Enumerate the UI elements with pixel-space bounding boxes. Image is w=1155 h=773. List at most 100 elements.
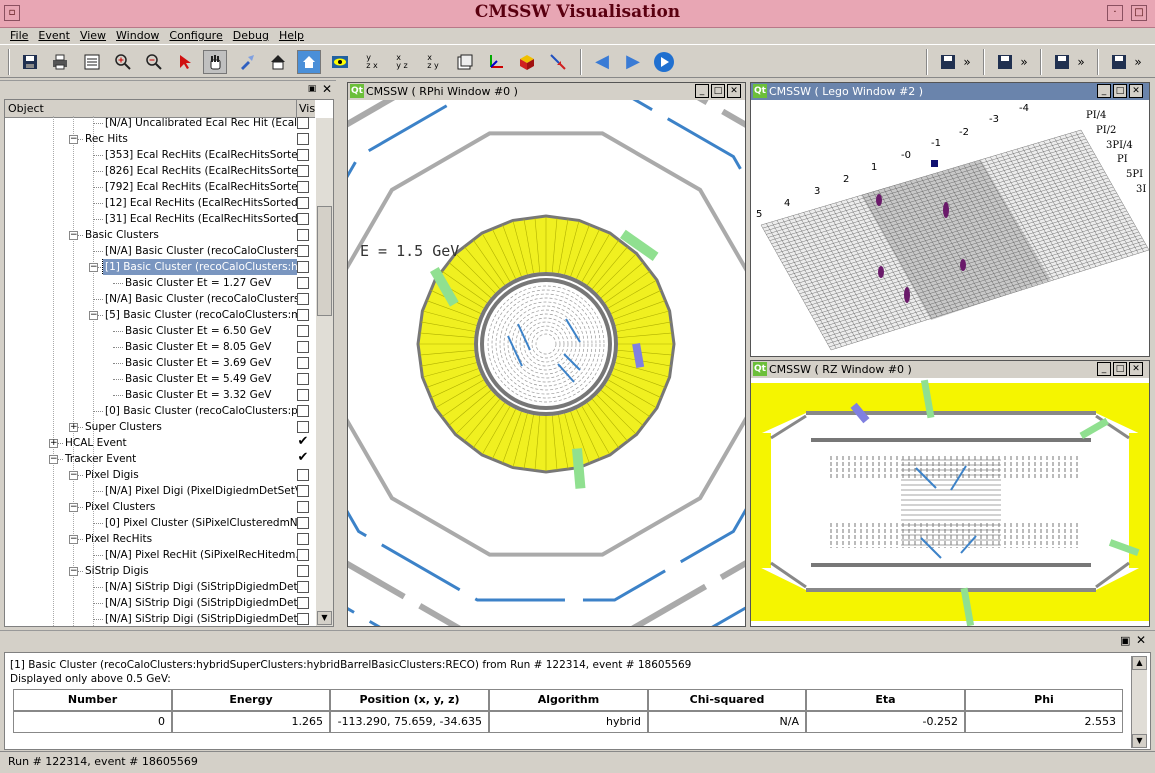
tree-item[interactable]: [N/A] Pixel RecHit (SiPixelRecHitedm... [5, 547, 297, 563]
scroll-down-icon[interactable]: ▼ [317, 611, 332, 625]
eye-view-icon[interactable] [328, 50, 352, 74]
visibility-checkbox[interactable] [297, 469, 309, 481]
print-icon[interactable] [48, 50, 72, 74]
select-arrow-icon[interactable] [173, 50, 197, 74]
visibility-checkbox[interactable] [297, 357, 309, 369]
close-icon[interactable]: ✕ [1136, 633, 1146, 647]
expander-icon[interactable]: − [89, 311, 98, 320]
visibility-checkbox[interactable]: ✔ [297, 451, 309, 465]
maximize-button[interactable]: □ [1113, 84, 1127, 98]
tree-item[interactable]: [N/A] SiStrip Digi (SiStripDigiedmDet... [5, 579, 297, 595]
hand-pan-icon[interactable] [203, 50, 227, 74]
col-algorithm[interactable]: Algorithm [489, 689, 648, 711]
col-eta[interactable]: Eta [806, 689, 965, 711]
visibility-checkbox[interactable] [297, 613, 309, 625]
visibility-checkbox[interactable] [297, 213, 309, 225]
tree-item[interactable]: [0] Pixel Cluster (SiPixelClusteredmNe..… [5, 515, 297, 531]
toolbar-more-3[interactable]: » [1074, 50, 1088, 74]
visibility-checkbox[interactable] [297, 501, 309, 513]
undock-icon[interactable]: ▣ [305, 83, 319, 97]
splitter[interactable] [336, 80, 345, 628]
set-home-icon[interactable] [297, 50, 321, 74]
save-icon[interactable] [1050, 50, 1074, 74]
visibility-checkbox[interactable] [297, 277, 309, 289]
col-chi-squared[interactable]: Chi-squared [648, 689, 806, 711]
tree-item[interactable]: Basic Cluster Et = 1.27 GeV [5, 275, 297, 291]
save-icon[interactable] [1107, 50, 1131, 74]
menu-event[interactable]: Event [34, 28, 76, 43]
tree-item[interactable]: [N/A] SiStrip Digi (SiStripDigiedmDet... [5, 595, 297, 611]
tree-item[interactable]: [N/A] SiStrip Digi (SiStripDigiedmDet... [5, 611, 297, 626]
prev-event-icon[interactable]: ◀ [590, 50, 614, 74]
tree-item[interactable]: [N/A] Uncalibrated Ecal Rec Hit (EcalU..… [5, 116, 297, 131]
col-phi[interactable]: Phi [965, 689, 1123, 711]
visibility-checkbox[interactable] [297, 117, 309, 129]
visibility-checkbox[interactable] [297, 517, 309, 529]
tree-item[interactable]: [792] Ecal RecHits (EcalRecHitsSorte... [5, 179, 297, 195]
visibility-checkbox[interactable] [297, 565, 309, 577]
expander-icon[interactable]: − [69, 535, 78, 544]
visibility-checkbox[interactable]: ✔ [297, 435, 309, 449]
rz-canvas[interactable] [751, 378, 1149, 626]
expander-icon[interactable]: + [49, 439, 58, 448]
tree-item[interactable]: [0] Basic Cluster (recoCaloClusters:pf..… [5, 403, 297, 419]
visibility-checkbox[interactable] [297, 581, 309, 593]
next-event-icon[interactable]: ▶ [621, 50, 645, 74]
details-scrollbar[interactable]: ▲ ▼ [1131, 656, 1147, 748]
zoom-out-icon[interactable] [142, 50, 166, 74]
col-energy[interactable]: Energy [172, 689, 330, 711]
scroll-up-icon[interactable]: ▲ [1132, 656, 1147, 670]
lego-canvas[interactable]: -4 -3 -2 -1 -0 1 2 3 4 5 PI/4 PI/2 3PI/4… [751, 100, 1149, 356]
col-number[interactable]: Number [13, 689, 172, 711]
rphi-canvas[interactable]: E = 1.5 GeV [348, 100, 745, 626]
tree-item[interactable]: − Tracker Event [5, 451, 297, 467]
expander-icon[interactable]: − [69, 503, 78, 512]
snapshot-icon[interactable] [453, 50, 477, 74]
visibility-checkbox[interactable] [297, 485, 309, 497]
visibility-checkbox[interactable] [297, 549, 309, 561]
menu-file[interactable]: File [6, 28, 34, 43]
visibility-checkbox[interactable] [297, 533, 309, 545]
close-button[interactable]: ✕ [727, 84, 741, 98]
visibility-checkbox[interactable] [297, 229, 309, 241]
tree-item[interactable]: − Pixel Digis [5, 467, 297, 483]
expander-icon[interactable]: − [69, 471, 78, 480]
tree-item[interactable]: + HCAL Event [5, 435, 297, 451]
visibility-checkbox[interactable] [297, 197, 309, 209]
visibility-checkbox[interactable] [297, 341, 309, 353]
menu-help[interactable]: Help [275, 28, 310, 43]
tree-item[interactable]: [31] Ecal RecHits (EcalRecHitsSorted:... [5, 211, 297, 227]
tree-item[interactable]: Basic Cluster Et = 3.69 GeV [5, 355, 297, 371]
visibility-checkbox[interactable] [297, 149, 309, 161]
visibility-checkbox[interactable] [297, 405, 309, 417]
tree-item[interactable]: [N/A] Pixel Digi (PixelDigiedmDetSetV... [5, 483, 297, 499]
tree-item[interactable]: Basic Cluster Et = 6.50 GeV [5, 323, 297, 339]
minimize-button[interactable]: · [1107, 5, 1123, 21]
zoom-in-icon[interactable] [111, 50, 135, 74]
tree-item[interactable]: [12] Ecal RecHits (EcalRecHitsSorted:... [5, 195, 297, 211]
tree-scrollbar[interactable]: ▼ [316, 118, 333, 626]
visibility-checkbox[interactable] [297, 597, 309, 609]
toolbar-more-1[interactable]: » [960, 50, 974, 74]
save-icon[interactable] [18, 50, 42, 74]
expander-icon[interactable]: − [69, 135, 78, 144]
visibility-checkbox[interactable] [297, 309, 309, 321]
printer-preview-icon[interactable] [80, 50, 104, 74]
flashlight-icon[interactable] [235, 50, 259, 74]
tree-item[interactable]: − Rec Hits [5, 131, 297, 147]
tree-item[interactable]: −[1] Basic Cluster (recoCaloClusters:hyb… [5, 259, 297, 275]
visibility-checkbox[interactable] [297, 389, 309, 401]
axes-icon[interactable] [484, 50, 508, 74]
expander-icon[interactable]: − [89, 263, 98, 272]
tree-item[interactable]: Basic Cluster Et = 5.49 GeV [5, 371, 297, 387]
tree-item[interactable]: − Basic Clusters [5, 227, 297, 243]
visibility-checkbox[interactable] [297, 421, 309, 433]
col-position[interactable]: Position (x, y, z) [330, 689, 489, 711]
expander-icon[interactable]: − [69, 231, 78, 240]
expander-icon[interactable]: − [49, 455, 58, 464]
tree-item[interactable]: [N/A] Basic Cluster (recoCaloClusters:..… [5, 291, 297, 307]
tree-item[interactable]: Basic Cluster Et = 8.05 GeV [5, 339, 297, 355]
menu-view[interactable]: View [76, 28, 112, 43]
home-icon[interactable] [266, 50, 290, 74]
toolbar-more-4[interactable]: » [1131, 50, 1145, 74]
